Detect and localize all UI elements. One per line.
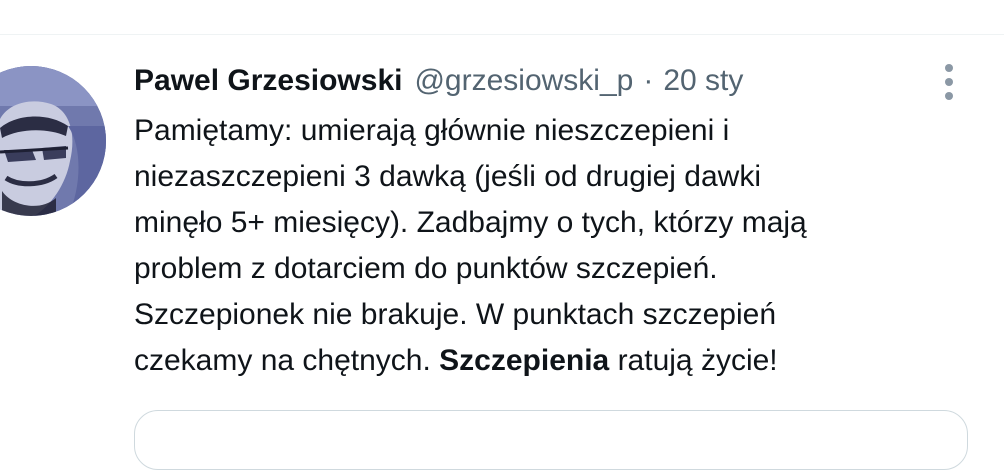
author-display-name[interactable]: Pawel Grzesiowski (134, 61, 402, 101)
tweet-header: Pawel Grzesiowski @grzesiowski_p · 20 st… (134, 61, 743, 101)
author-handle[interactable]: @grzesiowski_p (414, 61, 633, 101)
avatar-photo (0, 66, 106, 216)
avatar[interactable] (0, 66, 106, 216)
more-options-button[interactable] (934, 60, 964, 104)
top-divider (0, 34, 1004, 35)
tweet-text-line: minęło 5+ miesięcy). Zadbajmy o tych, kt… (134, 206, 807, 239)
tweet-text-last-line: czekamy na chętnych. Szczepienia ratują … (134, 338, 954, 384)
tweet-text-line: problem z dotarciem do punktów szczepień… (134, 252, 718, 285)
tweet-text-bold-segment: Szczepienia (439, 344, 610, 377)
tweet-timestamp[interactable]: 20 sty (663, 61, 743, 101)
tweet-text-segment: ratują życie! (609, 344, 778, 377)
tweet-text-segment: czekamy na chętnych. (134, 344, 440, 377)
tweet-text-line: Pamiętamy: umierają głównie nieszczepien… (134, 114, 730, 147)
tweet-text: Pamiętamy: umierają głównie nieszczepien… (134, 108, 954, 384)
tweet-text-line: niezaszczepieni 3 dawką (jeśli od drugie… (134, 160, 761, 193)
header-separator: · (643, 64, 654, 97)
tweet-text-line: Szczepionek nie brakuje. W punktach szcz… (134, 298, 777, 331)
more-vertical-icon (945, 64, 953, 100)
link-card-preview[interactable] (134, 410, 968, 470)
